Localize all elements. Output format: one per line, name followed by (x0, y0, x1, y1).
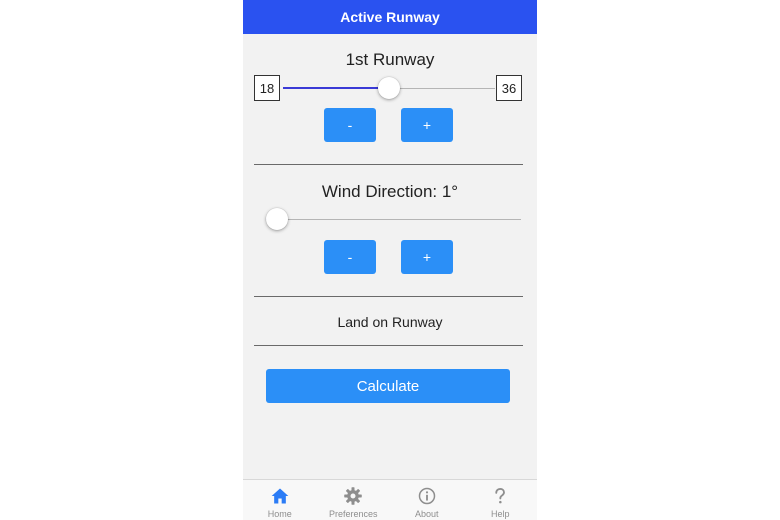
tab-preferences[interactable]: Preferences (317, 480, 391, 520)
gear-icon (344, 487, 362, 505)
runway-slider-thumb[interactable] (378, 77, 400, 99)
section-divider (254, 164, 523, 165)
page-title: Active Runway (340, 9, 440, 25)
runway-slider-fill (283, 87, 389, 89)
section-divider (254, 345, 523, 346)
runway-min-value: 18 (254, 75, 280, 101)
tab-label: Help (490, 509, 510, 519)
result-text: Land on Runway (337, 314, 443, 330)
app-screen: Active Runway 1st Runway 18 36 - + Wind … (243, 0, 537, 520)
wind-slider-track (266, 219, 521, 220)
wind-decrement-button[interactable]: - (324, 240, 376, 274)
question-mark-icon (495, 487, 506, 504)
wind-slider-thumb[interactable] (266, 208, 288, 230)
tab-help[interactable]: Help (464, 480, 538, 520)
info-icon (418, 487, 435, 505)
runway-title: 1st Runway (345, 50, 435, 69)
runway-max-value: 36 (496, 75, 522, 101)
tab-label: Preferences (328, 509, 378, 519)
section-divider (254, 296, 523, 297)
wind-direction-slider[interactable] (266, 208, 521, 232)
calculate-button[interactable]: Calculate (266, 369, 510, 403)
home-icon (271, 488, 289, 504)
tab-label: Home (267, 509, 292, 519)
wind-direction-title: Wind Direction: 1° (321, 182, 459, 201)
tab-bar: Home Preferences About Help (243, 479, 537, 520)
tab-label: About (414, 509, 439, 519)
runway-increment-button[interactable]: + (401, 108, 453, 142)
tab-home[interactable]: Home (243, 480, 317, 520)
tab-about[interactable]: About (390, 480, 464, 520)
wind-increment-button[interactable]: + (401, 240, 453, 274)
runway-slider[interactable] (283, 77, 495, 101)
runway-decrement-button[interactable]: - (324, 108, 376, 142)
navigation-bar: Active Runway (243, 0, 537, 34)
